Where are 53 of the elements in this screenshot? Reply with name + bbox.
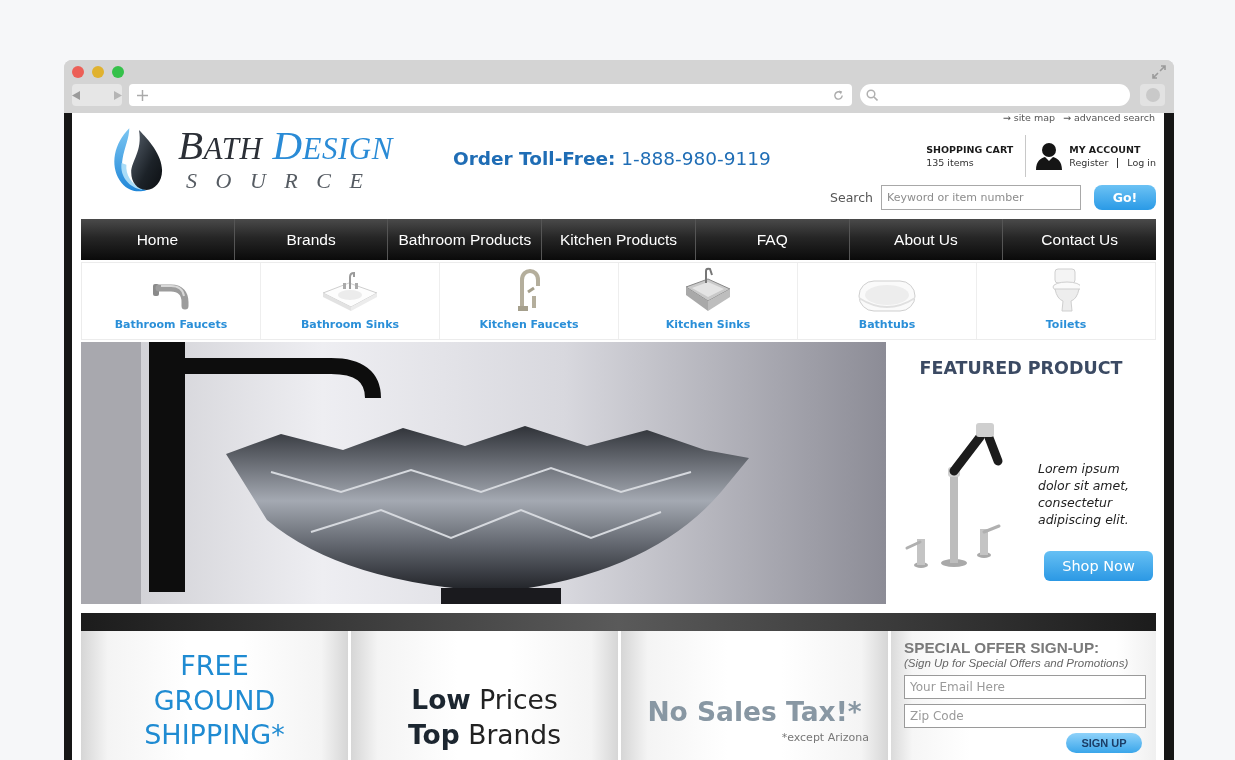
minimize-icon[interactable] <box>92 66 104 78</box>
category-link[interactable]: Bathroom Sinks <box>300 271 400 332</box>
account-title: MY ACCOUNT <box>1069 143 1142 156</box>
address-field[interactable] <box>129 84 852 106</box>
search-icon <box>866 89 878 101</box>
featured-description: Lorem ipsum dolor sit amet, consectetur adipiscing elit. <box>1038 460 1131 528</box>
signup-input-field[interactable]: Your Email Here <box>904 675 1146 699</box>
fullscreen-icon[interactable] <box>1152 65 1166 79</box>
nav-link[interactable]: Contact Us <box>1002 219 1157 260</box>
signup-title: SPECIAL OFFER SIGN-UP: <box>904 640 1101 656</box>
shipping-offer-text: FREE GROUND SHIPPING* <box>143 649 286 752</box>
search-field[interactable]: Keyword or item number <box>881 185 1081 210</box>
signup-input-field[interactable]: Zip Code <box>904 704 1146 728</box>
sales-tax-text: No Sales Tax!* <box>646 695 863 727</box>
bathtub-icon <box>858 280 916 312</box>
nav-link[interactable]: Bathroom Products <box>387 219 542 260</box>
reload-icon[interactable] <box>833 89 844 101</box>
nav-link[interactable]: Home <box>81 219 234 260</box>
cart-item-count: 135 items <box>926 156 975 169</box>
browser-search-field[interactable] <box>860 84 1130 106</box>
header-link[interactable]: → advanced search <box>1063 113 1155 125</box>
search-label: Search <box>830 190 873 205</box>
forward-button[interactable] <box>80 84 122 106</box>
nav-link[interactable]: About Us <box>848 219 1003 260</box>
signup-subtitle: (Sign Up for Special Offers and Promotions) <box>904 656 1130 670</box>
shopping-cart-link[interactable]: SHOPPING CART <box>926 143 1018 156</box>
sink-icon <box>685 267 731 312</box>
faucet-icon <box>517 267 541 312</box>
logo-word: BATH <box>178 126 263 168</box>
header-link[interactable]: → site map <box>1002 113 1055 125</box>
spout-icon <box>151 282 191 312</box>
featured-title: FEATURED PRODUCT <box>919 357 1123 379</box>
maximize-icon[interactable] <box>112 66 124 78</box>
toll-free-phone: Order Toll-Free: 1-888-980-9119 <box>452 147 771 171</box>
plus-icon[interactable] <box>137 89 148 101</box>
logo-tagline: SOURCE <box>186 168 383 194</box>
nav-link[interactable]: FAQ <box>694 219 849 260</box>
account-link[interactable]: Register <box>1069 156 1109 169</box>
close-icon[interactable] <box>72 66 84 78</box>
toolbar-button[interactable] <box>1140 84 1165 106</box>
prices-brands-text: Low Prices Top Brands <box>407 683 562 752</box>
sign-up-button[interactable]: SIGN UP <box>1066 733 1142 753</box>
nav-link[interactable]: Kitchen Products <box>541 219 695 260</box>
user-icon <box>1036 142 1063 170</box>
circle-icon <box>1145 88 1160 102</box>
account-link[interactable]: Log in <box>1127 156 1156 169</box>
sales-tax-note: *except Arizona <box>781 731 869 744</box>
back-button[interactable] <box>72 84 80 106</box>
sink-icon <box>322 271 378 312</box>
forward-icon <box>114 90 122 100</box>
logo-word: DESIGN <box>272 126 393 168</box>
toilet-icon <box>1052 268 1080 312</box>
nav-link[interactable]: Brands <box>233 219 388 260</box>
